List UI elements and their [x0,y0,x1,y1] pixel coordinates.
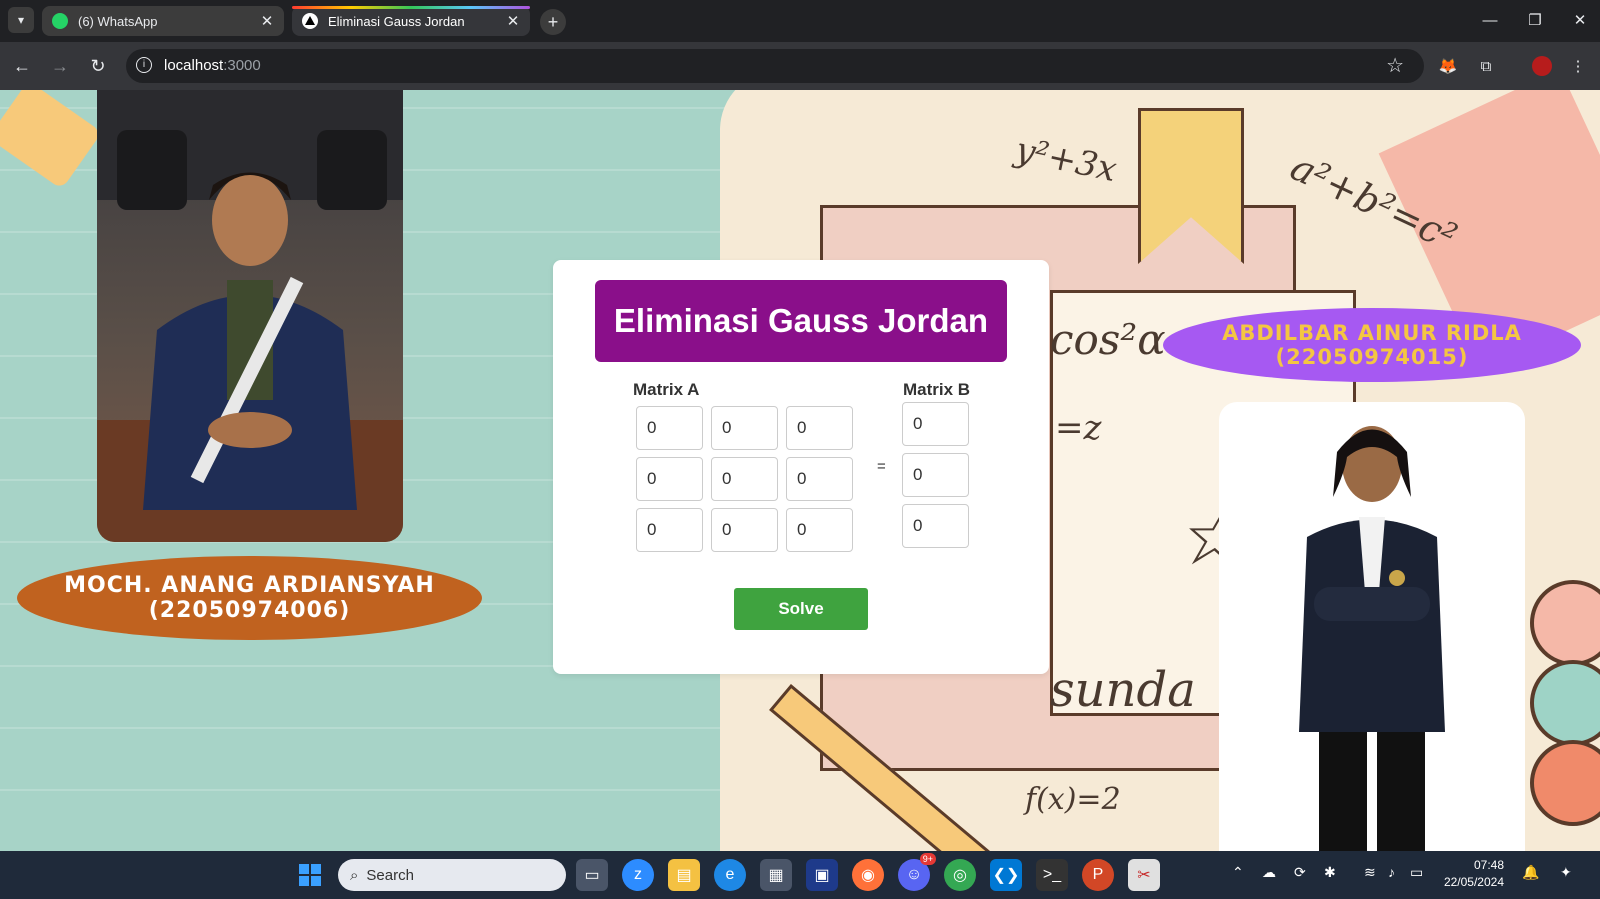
clock-date: 22/05/2024 [1443,875,1504,889]
plus-icon: + [547,11,559,32]
close-icon[interactable]: ✕ [506,12,520,30]
taskbar-search[interactable]: ⌕ Search [338,859,566,891]
matrix-a-cell[interactable] [711,457,778,501]
close-window-button[interactable]: ✕ [1560,8,1600,32]
vscode-icon[interactable]: ❮❯ [990,859,1022,891]
matrix-a-cell[interactable] [786,406,853,450]
windows-start-icon[interactable] [294,859,326,891]
back-button[interactable]: ← [8,52,36,80]
microsoft-store-icon[interactable]: ▦ [760,859,792,891]
arrow-left-icon: ← [13,55,31,76]
task-view-icon[interactable]: ▭ [576,859,608,891]
matrix-a-cell[interactable] [711,508,778,552]
wifi-icon[interactable]: ≋ [1364,864,1376,881]
url-text: localhost:3000 [164,57,261,74]
system-clock[interactable]: 07:48 22/05/2024 [1430,857,1504,891]
matrix-a-cell[interactable] [786,457,853,501]
tab-group-accent [292,6,530,9]
member-name-right: ABDILBAR AINUR RIDLA (22050974015) [1163,308,1581,382]
powerpoint-icon[interactable]: P [1082,859,1114,891]
tab-search-button[interactable]: ▾ [8,7,34,33]
bookmark-star-icon[interactable]: ☆ [1386,53,1404,78]
matrix-a-label: Matrix A [633,380,700,399]
battery-icon[interactable]: ▭ [1410,864,1423,881]
solve-button[interactable]: Solve [734,588,868,630]
tab-title: (6) WhatsApp [78,13,158,29]
chrome-icon[interactable]: ◎ [944,859,976,891]
member-name-left: MOCH. ANANG ARDIANSYAH (22050974006) [17,556,482,640]
forward-button[interactable]: → [46,52,74,80]
sync-icon[interactable]: ⟳ [1294,864,1306,881]
close-icon[interactable]: ✕ [260,12,274,30]
member-name: MOCH. ANANG ARDIANSYAH [64,573,435,598]
minimize-button[interactable]: — [1470,8,1510,32]
site-info-icon[interactable]: i [136,57,152,73]
copilot-icon[interactable]: ✦ [1560,864,1572,881]
onedrive-icon[interactable]: ☁ [1262,864,1276,881]
member-name: ABDILBAR AINUR RIDLA [1222,321,1522,345]
reload-button[interactable]: ↻ [84,52,112,80]
matrix-b-label: Matrix B [903,380,971,399]
app-icon[interactable]: ▣ [806,859,838,891]
tab-title: Eliminasi Gauss Jordan [328,13,465,29]
extensions-icon[interactable]: ⧉ [1474,54,1498,78]
member-photo-left [97,90,403,542]
reload-icon: ↻ [90,55,106,76]
member-photo-right [1219,402,1525,851]
volume-icon[interactable]: ♪ [1388,864,1395,880]
tab-gauss-jordan[interactable]: Eliminasi Gauss Jordan ✕ [292,6,530,36]
notification-bell-icon[interactable]: 🔔 [1522,864,1539,881]
chevron-down-icon: ▾ [17,13,25,27]
clock-time: 07:48 [1473,858,1504,872]
matrix-a-cell[interactable] [711,406,778,450]
scribble-text: f(x)=2 [1025,782,1121,817]
matrix-a-cell[interactable] [786,508,853,552]
matrix-b-cell[interactable] [902,504,969,548]
matrix-a-cell[interactable] [636,508,703,552]
terminal-icon[interactable]: >_ [1036,859,1068,891]
menu-kebab-icon[interactable]: ⋮ [1566,54,1590,78]
zoom-icon[interactable]: z [622,859,654,891]
scribble-text: sunda [1050,662,1196,718]
matrix-a-cell[interactable] [636,406,703,450]
scribble-text: cos²α [1050,315,1166,364]
member-id: (22050974006) [148,598,351,623]
browser-tab-strip: ▾ (6) WhatsApp ✕ Eliminasi Gauss Jordan … [0,0,1600,42]
equals-sign: = [877,458,886,475]
edge-icon[interactable]: e [714,859,746,891]
search-icon: ⌕ [350,866,359,884]
windows-taskbar: ⌕ Search ▭ z ▤ e ▦ ▣ ◉ ☺ 9+ ◎ ❮❯ >_ P ✂ … [0,851,1600,899]
firefox-icon[interactable]: ◉ [852,859,884,891]
scribble-text: =z [1055,408,1102,448]
metamask-icon[interactable]: 🦊 [1436,54,1460,78]
discord-icon[interactable]: ☺ 9+ [898,853,936,891]
matrix-b-cell[interactable] [902,402,969,446]
matrix-b-cell[interactable] [902,453,969,497]
profile-avatar[interactable] [1530,54,1554,78]
page-title: Eliminasi Gauss Jordan [595,280,1007,362]
restore-button[interactable]: ❐ [1515,8,1555,32]
gauss-jordan-card: Eliminasi Gauss Jordan Matrix A Matrix B… [553,260,1049,674]
snipping-tool-icon[interactable]: ✂ [1128,859,1160,891]
new-tab-button[interactable]: + [540,9,566,35]
member-id: (22050974015) [1275,345,1469,369]
whatsapp-icon [52,13,68,29]
arrow-right-icon: → [51,55,69,76]
app-tray-icon[interactable]: ✱ [1324,864,1336,881]
page-viewport: y²+3x a²+b²=c² cos²α =z sunda f(x)=2 ☆ M… [0,90,1600,851]
tab-whatsapp[interactable]: (6) WhatsApp ✕ [42,6,284,36]
background-pencil [0,90,102,190]
search-placeholder: Search [366,866,414,884]
notification-badge: 9+ [919,853,936,865]
tray-chevron-icon[interactable]: ⌃ [1232,864,1244,881]
triangle-icon [302,13,318,29]
file-explorer-icon[interactable]: ▤ [668,859,700,891]
browser-toolbar: ← → ↻ i localhost:3000 ☆ 🦊 ⧉ ⋮ [0,42,1600,90]
matrix-a-cell[interactable] [636,457,703,501]
address-bar[interactable]: i localhost:3000 ☆ [126,49,1424,83]
